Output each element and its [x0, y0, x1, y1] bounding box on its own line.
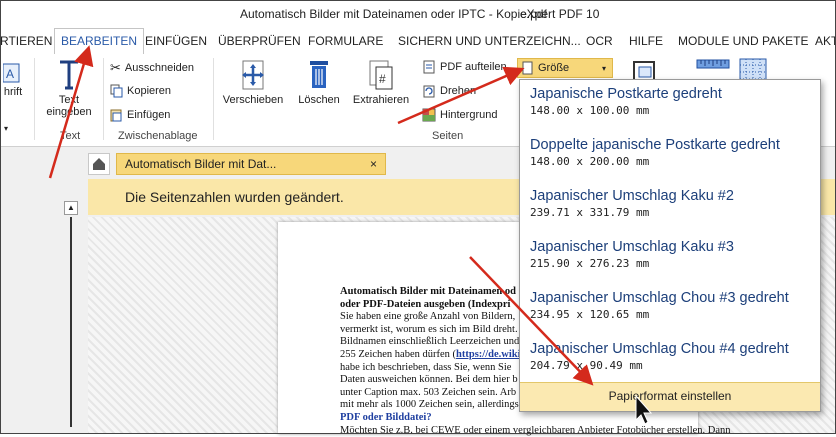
size-option-name: Doppelte japanische Postkarte gedreht [530, 137, 780, 153]
size-option-dimensions: 204.79 x 90.49 mm [530, 359, 643, 372]
hintergrund-button[interactable]: Hintergrund [422, 108, 497, 122]
ruler-icon [696, 59, 730, 69]
copy-icon [110, 84, 123, 98]
einfuegen-label: Einfügen [127, 109, 171, 121]
kopieren-label: Kopieren [127, 85, 172, 97]
size-option-name: Japanischer Umschlag Kaku #2 [530, 188, 734, 204]
size-option-dimensions: 148.00 x 100.00 mm [530, 104, 650, 117]
rotate-icon [423, 85, 435, 98]
size-option-dimensions: 234.95 x 120.65 mm [530, 308, 650, 321]
chevron-down-icon: ▾ [601, 63, 606, 73]
tab-bearbeiten[interactable]: BEARBEITEN [54, 28, 145, 54]
extrahieren-label: Extrahieren [352, 94, 410, 106]
size-option-dimensions: 148.00 x 200.00 mm [530, 155, 650, 168]
schrift-dropdown[interactable]: ▾ [4, 124, 8, 133]
kopieren-button[interactable]: Kopieren [110, 84, 171, 98]
hintergrund-label: Hintergrund [440, 109, 498, 121]
text-eingeben-label-2: eingeben [46, 106, 92, 118]
size-option[interactable]: Japanische Postkarte gedreht 148.00 x 10… [530, 86, 815, 117]
drehen-label: Drehen [440, 85, 477, 97]
size-option-name: Japanische Postkarte gedreht [530, 86, 722, 102]
separator [34, 58, 35, 140]
document-tab-label: Automatisch Bilder mit Dat... [125, 157, 277, 171]
pdf-aufteilen-label: PDF aufteilen [440, 61, 507, 73]
text-cursor-icon [60, 60, 78, 90]
ausschneiden-button[interactable]: ✂ Ausschneiden [110, 60, 194, 76]
size-option-name: Japanischer Umschlag Kaku #3 [530, 239, 734, 255]
ausschneiden-label: Ausschneiden [124, 62, 195, 74]
group-label-clipboard: Zwischenablage [118, 130, 198, 142]
doc-text: 255 Zeichen haben dürfen ( [340, 348, 457, 360]
svg-text:#: # [379, 72, 386, 86]
group-label-seiten: Seiten [432, 130, 464, 142]
einfuegen-button[interactable]: Einfügen [110, 108, 170, 122]
home-icon [93, 158, 105, 170]
tab-einfuegen[interactable]: EINFÜGEN [145, 32, 207, 53]
font-icon: A [3, 63, 20, 83]
tab-konvertieren[interactable]: RTIEREN [0, 32, 52, 53]
size-option-dimensions: 239.71 x 331.79 mm [530, 206, 650, 219]
tab-aktion[interactable]: AKT [815, 32, 836, 53]
window-title: Automatisch Bilder mit Dateinamen oder I… [240, 7, 547, 21]
home-button[interactable] [88, 153, 110, 175]
groesse-dropdown-button[interactable]: Größe ▾ [517, 58, 613, 78]
title-bar: Automatisch Bilder mit Dateinamen oder I… [0, 0, 836, 28]
doc-link[interactable]: https://de.wiki [456, 349, 520, 360]
schrift-button[interactable]: A hrift [0, 62, 26, 98]
separator [213, 58, 214, 140]
tab-formulare[interactable]: FORMULARE [308, 32, 383, 53]
verschieben-label: Verschieben [222, 94, 284, 106]
chevron-up-icon: ▲ [67, 203, 75, 212]
doc-line: Möchten Sie z.B. bei CEWE oder einem ver… [340, 424, 731, 436]
document-tab-row: Automatisch Bilder mit Dat... × [88, 153, 518, 175]
tab-module[interactable]: MODULE UND PAKETE [678, 32, 808, 53]
group-label-text: Text [60, 130, 81, 142]
paste-icon [110, 109, 122, 122]
ribbon-tabs: RTIEREN BEARBEITEN EINFÜGEN ÜBERPRÜFEN F… [0, 28, 836, 55]
loeschen-label: Löschen [298, 94, 340, 106]
text-eingeben-button[interactable]: Text eingeben [42, 58, 96, 118]
verschieben-button[interactable]: Verschieben [220, 58, 286, 106]
extract-page-icon: # [369, 60, 393, 90]
trash-icon [310, 61, 328, 88]
chevron-down-icon: ▾ [4, 124, 9, 133]
size-option[interactable]: Japanischer Umschlag Chou #4 gedreht 204… [530, 341, 815, 372]
scissors-icon: ✂ [110, 60, 121, 75]
separator [103, 58, 104, 140]
tab-sichern[interactable]: SICHERN UND UNTERZEICHN... [398, 32, 581, 53]
size-option-name: Japanischer Umschlag Chou #4 gedreht [530, 341, 789, 357]
drehen-button[interactable]: Drehen [422, 84, 476, 98]
groesse-label: Größe [538, 62, 570, 74]
size-option[interactable]: Japanischer Umschlag Kaku #3 215.90 x 27… [530, 239, 815, 270]
size-option-name: Japanischer Umschlag Chou #3 gedreht [530, 290, 789, 306]
size-option[interactable]: Doppelte japanische Postkarte gedreht 14… [530, 137, 815, 168]
pdf-aufteilen-button[interactable]: PDF aufteilen [422, 60, 507, 74]
schrift-label: hrift [3, 86, 23, 98]
text-eingeben-label-1: Text [58, 94, 80, 106]
vertical-ruler [70, 217, 72, 427]
page-size-icon [522, 61, 533, 75]
close-icon[interactable]: × [370, 154, 377, 174]
background-icon [422, 108, 436, 122]
size-option[interactable]: Japanischer Umschlag Kaku #2 239.71 x 33… [530, 188, 815, 219]
app-name: eXpert PDF 10 [520, 7, 600, 21]
tab-ocr[interactable]: OCR [586, 32, 613, 53]
move-page-icon [242, 60, 264, 90]
papierformat-einstellen-button[interactable]: Papierformat einstellen [520, 382, 820, 411]
ruler-tool-button[interactable] [694, 58, 732, 81]
size-option-dimensions: 215.90 x 276.23 mm [530, 257, 650, 270]
extrahieren-button[interactable]: # Extrahieren [350, 58, 412, 106]
svg-text:A: A [6, 67, 14, 81]
split-pdf-icon [423, 60, 435, 74]
document-tab[interactable]: Automatisch Bilder mit Dat... × [116, 153, 386, 175]
size-option[interactable]: Japanischer Umschlag Chou #3 gedreht 234… [530, 290, 815, 321]
scroll-up-button[interactable]: ▲ [64, 201, 78, 215]
page-size-menu: Japanische Postkarte gedreht 148.00 x 10… [519, 79, 821, 412]
loeschen-button[interactable]: Löschen [292, 58, 346, 106]
info-message: Die Seitenzahlen wurden geändert. [125, 189, 344, 205]
tab-hilfe[interactable]: HILFE [629, 32, 663, 53]
doc-heading: PDF oder Bilddatei? [340, 411, 432, 423]
tab-ueberpruefen[interactable]: ÜBERPRÜFEN [218, 32, 301, 53]
